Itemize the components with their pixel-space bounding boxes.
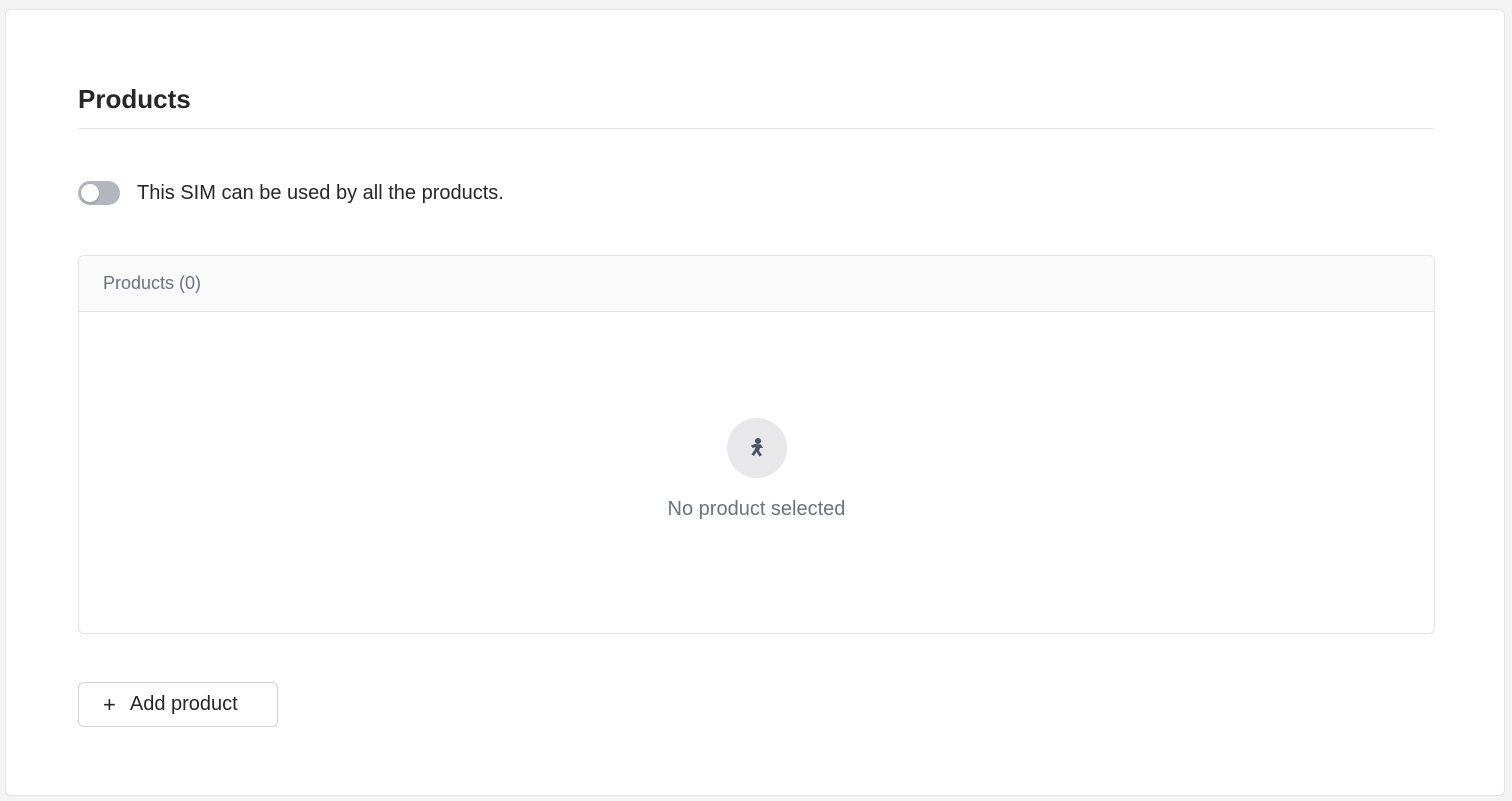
add-product-button[interactable]: + Add product bbox=[78, 682, 278, 727]
all-products-toggle-row: This SIM can be used by all the products… bbox=[78, 180, 504, 206]
products-panel-header: Products (0) bbox=[79, 256, 1434, 312]
toggle-label: This SIM can be used by all the products… bbox=[137, 181, 504, 204]
products-card: Products This SIM can be used by all the… bbox=[5, 9, 1505, 796]
products-panel: Products (0) No product selected bbox=[78, 255, 1435, 634]
toggle-knob bbox=[81, 184, 99, 202]
add-product-label: Add product bbox=[129, 693, 238, 715]
empty-state: No product selected bbox=[79, 418, 1434, 521]
plus-icon: + bbox=[103, 691, 116, 717]
section-title: Products bbox=[78, 84, 191, 114]
empty-state-text: No product selected bbox=[667, 498, 846, 520]
section-divider bbox=[78, 128, 1434, 129]
person-icon bbox=[726, 418, 787, 478]
all-products-toggle[interactable] bbox=[78, 181, 120, 205]
person-icon-glyph bbox=[750, 438, 763, 457]
